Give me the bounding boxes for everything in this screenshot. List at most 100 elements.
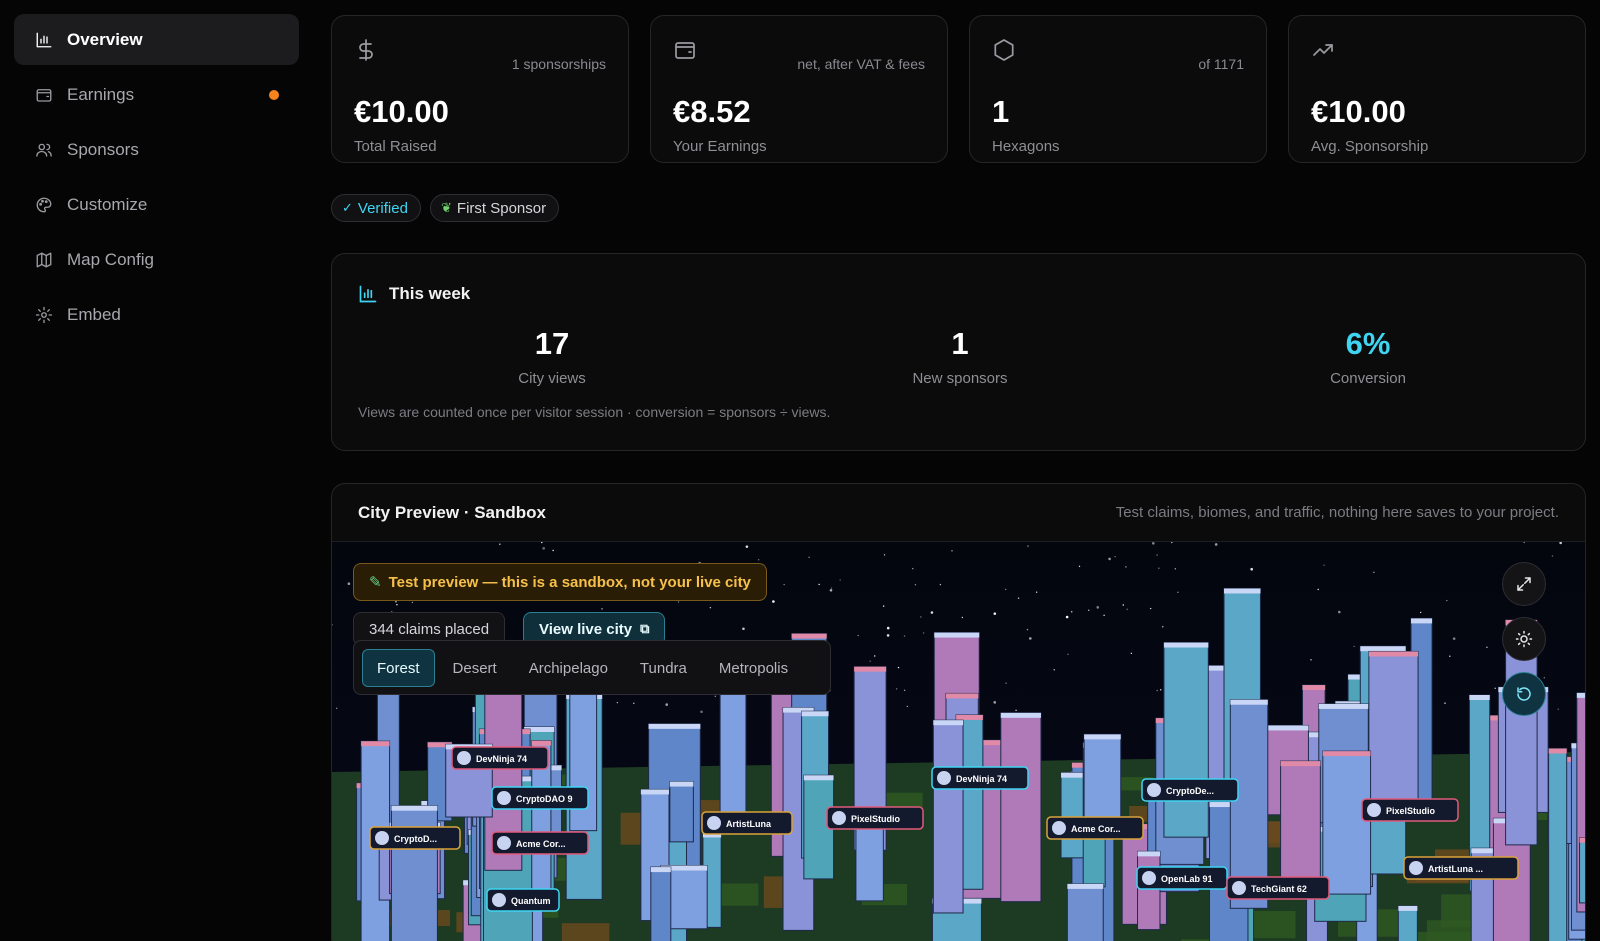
building-roof [640,789,669,795]
building-roof [803,775,834,781]
this-week-label: This week [389,284,471,303]
reset-view-button[interactable] [1502,672,1546,716]
star [930,611,934,614]
building-roof [791,633,827,639]
week-footnote: Views are counted once per visitor sessi… [358,404,831,420]
star [951,550,953,552]
stat-value: €8.52 [673,94,751,129]
star [552,549,554,552]
this-week-title: This week [358,284,470,304]
star [920,616,922,618]
building-roof [1224,588,1261,594]
star [783,583,785,586]
building-roof [1302,685,1326,691]
sponsor-tag-label: DevNinja 74 [476,754,527,764]
sidebar-item-overview[interactable]: Overview [14,14,299,65]
city-scene: CryptoDAO 9 Acme Cor... CryptoD... DevNinja… [332,542,1585,941]
wallet-icon [34,85,54,105]
building [1368,650,1419,818]
sponsor-tag-label: Acme Cor... [516,839,566,849]
building [1322,750,1372,895]
star [1125,566,1127,568]
lighting-toggle-button[interactable] [1502,617,1546,661]
stat-card-avg-sponsorship: €10.00 Avg. Sponsorship [1288,15,1586,163]
palette-icon [34,195,54,215]
this-week-card: This week 17 City views 1 New sponsors 6… [331,253,1586,451]
sponsor-avatar [1142,871,1156,885]
star [1337,610,1341,614]
star [895,688,898,690]
star [993,612,997,615]
building [855,819,884,902]
star [1158,567,1160,569]
building [1579,837,1585,904]
star [1419,611,1422,614]
star [1523,542,1525,544]
building-roof [1163,642,1209,648]
metric-value: 6% [1345,326,1391,361]
star [1065,615,1069,619]
star [1078,565,1081,568]
sidebar-item-map-config[interactable]: Map Config [14,234,299,285]
sun-icon [1515,630,1533,648]
sponsor-avatar [497,836,511,850]
building-roof [1410,618,1433,624]
star [772,600,775,603]
star [897,666,900,669]
star [1005,588,1007,591]
star [1126,608,1128,611]
star [665,703,669,706]
building-roof [1084,734,1121,740]
tab-archipelago[interactable]: Archipelago [515,649,622,687]
sponsor-avatar [1052,821,1066,835]
building-roof [1322,751,1371,757]
star [1449,655,1451,657]
tab-forest[interactable]: Forest [362,649,435,687]
sidebar: Overview Earnings Sponsors Customize Map… [0,0,310,941]
star [714,695,717,698]
tab-tundra[interactable]: Tundra [626,649,701,687]
star [396,604,398,606]
sponsor-avatar [457,751,471,765]
stat-card-total-raised: 1 sponsorships €10.00 Total Raised [331,15,629,163]
sidebar-item-embed[interactable]: Embed [14,289,299,340]
tab-desert[interactable]: Desert [439,649,511,687]
sponsor-avatar [1232,881,1246,895]
star [1027,545,1029,547]
sponsor-tag-label: PixelStudio [1386,806,1436,816]
star [857,634,859,637]
metric-conversion: 6% Conversion [1248,326,1488,387]
check-icon: ✓ [342,200,353,215]
bar-chart-icon [34,30,54,50]
building-roof [956,714,983,720]
star [1373,571,1375,574]
star [830,587,833,589]
star [1122,604,1124,606]
sandbox-banner-text: Test preview — this is a sandbox, not yo… [388,573,751,591]
star [1162,626,1164,628]
metric-new-sponsors: 1 New sponsors [840,326,1080,387]
sidebar-item-sponsors[interactable]: Sponsors [14,124,299,175]
star [906,705,909,708]
stat-card-your-earnings: net, after VAT & fees €8.52 Your Earning… [650,15,948,163]
sponsor-tag-label: Quantum [511,896,551,906]
expand-icon [1517,577,1531,591]
star [1015,709,1017,711]
building-roof [391,805,438,811]
sponsor-tag-label: ArtistLuna [726,819,772,829]
sidebar-item-earnings[interactable]: Earnings [14,69,299,120]
building-roof [669,781,694,787]
fullscreen-button[interactable] [1502,562,1546,606]
city-3d-viewport[interactable]: CryptoDAO 9 Acme Cor... CryptoD... DevNinja… [332,542,1585,941]
sponsor-tag-label: CryptoDAO 9 [516,794,573,804]
star [411,601,414,604]
sidebar-item-customize[interactable]: Customize [14,179,299,230]
stat-card-hexagons: of 1171 1 Hexagons [969,15,1267,163]
star [1323,564,1325,566]
star [1096,606,1100,609]
tab-metropolis[interactable]: Metropolis [705,649,802,687]
star [541,542,543,544]
badge-label: First Sponsor [456,199,547,217]
star [912,567,914,570]
sponsor-avatar [1147,783,1161,797]
